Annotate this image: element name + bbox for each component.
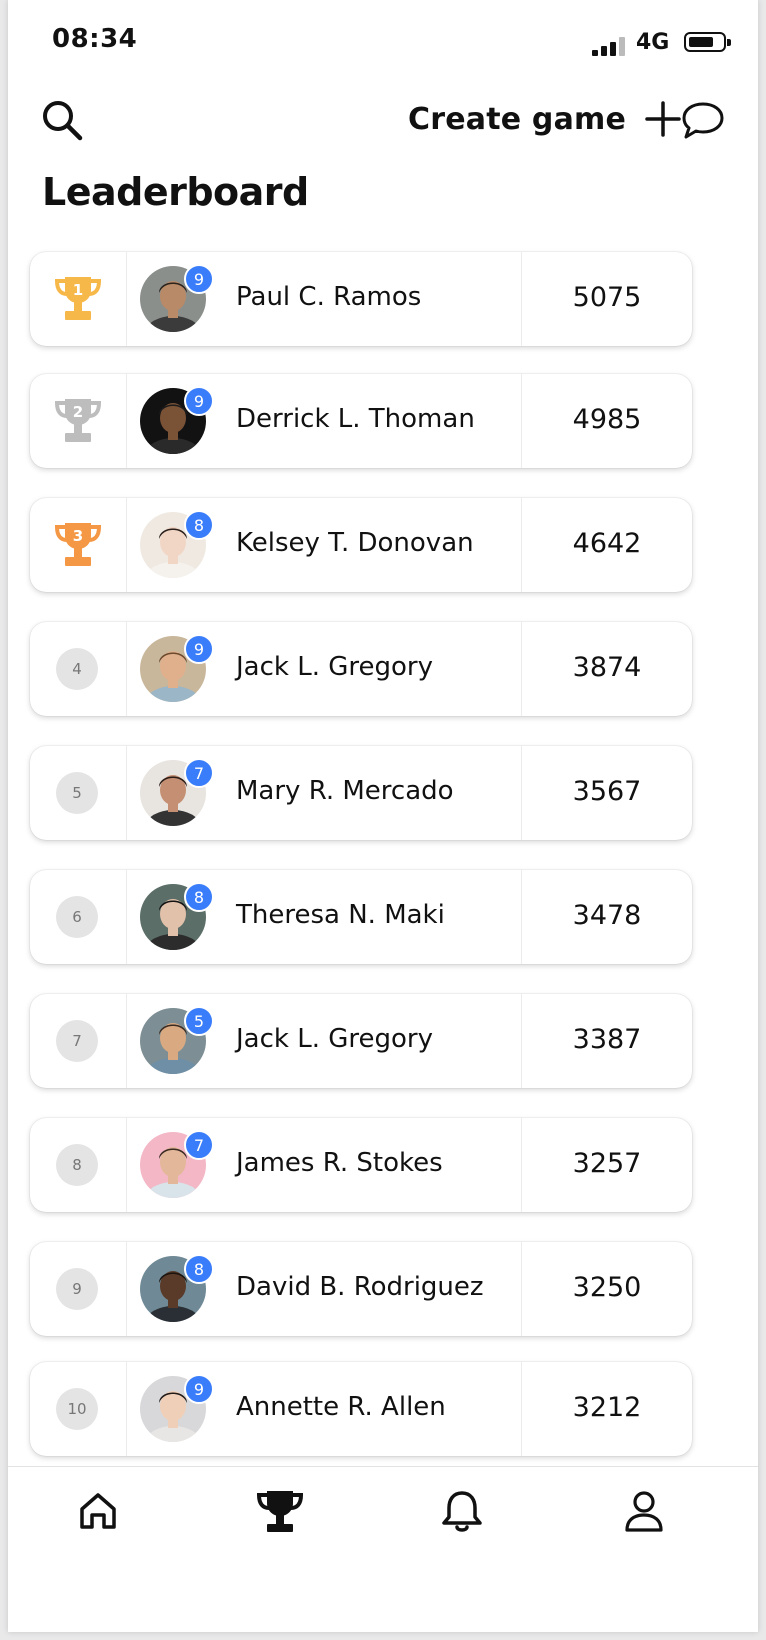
tab-home[interactable] [68, 1481, 128, 1541]
status-time: 08:34 [52, 24, 138, 54]
level-badge: 5 [184, 1006, 214, 1036]
level-badge: 8 [184, 1254, 214, 1284]
rank-circle: 5 [56, 772, 98, 814]
rank-cell: 7 [30, 994, 127, 1088]
chat-icon[interactable] [680, 98, 726, 144]
player-score: 3567 [572, 776, 642, 807]
player-score: 4985 [572, 404, 642, 435]
rank-cell: 4 [30, 622, 127, 716]
player-name: Jack L. Gregory [236, 652, 433, 682]
trophy-icon: 3 [52, 518, 104, 572]
player-score: 3212 [572, 1392, 642, 1423]
player-score: 3387 [572, 1024, 642, 1055]
rank-number: 3 [72, 527, 84, 545]
rank-circle: 7 [56, 1020, 98, 1062]
score-cell: 3567 [521, 746, 692, 840]
trophy-icon: 2 [52, 394, 104, 448]
player-name: Kelsey T. Donovan [236, 528, 474, 558]
create-game-button[interactable]: Create game [408, 94, 682, 144]
search-icon[interactable] [38, 96, 86, 144]
rank-cell: 5 [30, 746, 127, 840]
tab-notifications[interactable] [432, 1481, 492, 1541]
score-cell: 3257 [521, 1118, 692, 1212]
player-name: Annette R. Allen [236, 1392, 446, 1422]
leaderboard-row[interactable]: 4 9 Jack L. Gregory 3874 [30, 622, 692, 716]
page-title: Leaderboard [42, 170, 309, 214]
signal-icon [592, 36, 628, 56]
leaderboard-row[interactable]: 6 8 Theresa N. Maki 3478 [30, 870, 692, 964]
player-score: 3250 [572, 1272, 642, 1303]
top-toolbar: Create game [8, 90, 758, 150]
score-cell: 3874 [521, 622, 692, 716]
level-badge: 8 [184, 510, 214, 540]
leaderboard-row[interactable]: 2 9 Derrick L. Thoman 4985 [30, 374, 692, 468]
leaderboard-row[interactable]: 9 8 David B. Rodriguez 3250 [30, 1242, 692, 1336]
rank-circle: 8 [56, 1144, 98, 1186]
player-score: 5075 [572, 282, 642, 313]
rank-number: 1 [72, 281, 84, 299]
rank-circle: 6 [56, 896, 98, 938]
leaderboard-row[interactable]: 8 7 James R. Stokes 3257 [30, 1118, 692, 1212]
leaderboard-row[interactable]: 5 7 Mary R. Mercado 3567 [30, 746, 692, 840]
player-name: Theresa N. Maki [236, 900, 445, 930]
leaderboard-row[interactable]: 3 8 Kelsey T. Donovan 4642 [30, 498, 692, 592]
rank-cell: 6 [30, 870, 127, 964]
player-name: Jack L. Gregory [236, 1024, 433, 1054]
rank-cell: 10 [30, 1362, 127, 1456]
level-badge: 7 [184, 758, 214, 788]
score-cell: 3250 [521, 1242, 692, 1336]
bottom-tab-bar [8, 1466, 758, 1567]
score-cell: 3387 [521, 994, 692, 1088]
leaderboard-row[interactable]: 10 9 Annette R. Allen 3212 [30, 1362, 692, 1456]
network-type: 4G [636, 30, 670, 55]
status-bar: 08:34 4G [8, 0, 758, 80]
tab-profile[interactable] [614, 1481, 674, 1541]
app-screen: 08:34 4G Create game Leaderboard 1 9 Pau… [8, 0, 758, 1632]
leaderboard-row[interactable]: 1 9 Paul C. Ramos 5075 [30, 252, 692, 346]
score-cell: 3478 [521, 870, 692, 964]
rank-circle: 9 [56, 1268, 98, 1310]
score-cell: 4642 [521, 498, 692, 592]
rank-cell: 1 [30, 252, 127, 346]
rank-circle: 10 [56, 1388, 98, 1430]
level-badge: 7 [184, 1130, 214, 1160]
player-score: 3874 [572, 652, 642, 683]
rank-circle: 4 [56, 648, 98, 690]
level-badge: 9 [184, 1374, 214, 1404]
level-badge: 9 [184, 386, 214, 416]
plus-icon [645, 101, 681, 137]
create-game-label: Create game [408, 101, 627, 137]
leaderboard-row[interactable]: 7 5 Jack L. Gregory 3387 [30, 994, 692, 1088]
home-icon [80, 1493, 116, 1529]
battery-icon [684, 32, 731, 52]
score-cell: 3212 [521, 1362, 692, 1456]
level-badge: 9 [184, 634, 214, 664]
level-badge: 8 [184, 882, 214, 912]
player-name: Derrick L. Thoman [236, 404, 475, 434]
trophy-icon: 1 [52, 272, 104, 326]
rank-cell: 3 [30, 498, 127, 592]
score-cell: 5075 [521, 252, 692, 346]
rank-number: 2 [72, 403, 84, 421]
bell-icon [442, 1491, 482, 1532]
player-name: Mary R. Mercado [236, 776, 454, 806]
player-score: 3257 [572, 1148, 642, 1179]
score-cell: 4985 [521, 374, 692, 468]
tab-leaderboard[interactable] [250, 1481, 310, 1541]
player-score: 4642 [572, 528, 642, 559]
trophy-icon [256, 1491, 304, 1532]
player-name: David B. Rodriguez [236, 1272, 484, 1302]
player-name: Paul C. Ramos [236, 282, 422, 312]
rank-cell: 2 [30, 374, 127, 468]
user-icon [625, 1491, 663, 1532]
level-badge: 9 [184, 264, 214, 294]
player-name: James R. Stokes [236, 1148, 443, 1178]
rank-cell: 8 [30, 1118, 127, 1212]
rank-cell: 9 [30, 1242, 127, 1336]
player-score: 3478 [572, 900, 642, 931]
